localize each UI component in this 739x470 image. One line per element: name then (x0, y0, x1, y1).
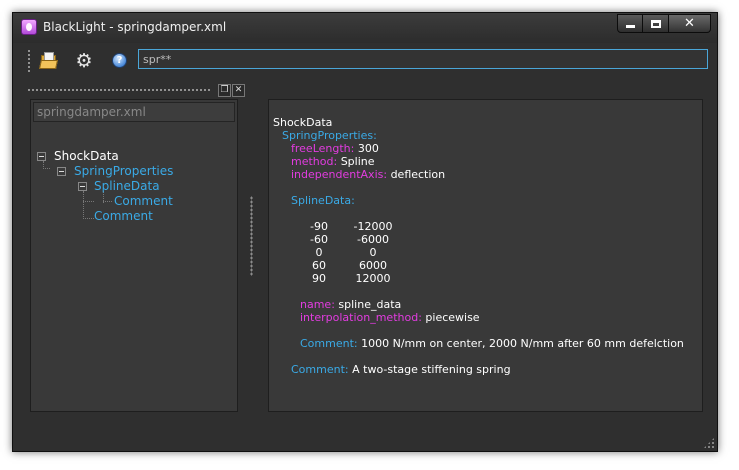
blacklight-app-icon (21, 19, 37, 35)
toolbar: ⚙ ? (13, 43, 717, 77)
settings-gear-icon[interactable]: ⚙ (75, 52, 93, 71)
tree-collapse-toggle[interactable] (57, 167, 66, 176)
panel-splitter[interactable] (250, 196, 253, 276)
spline-x-value: 90 (312, 272, 326, 285)
detail-section-springproperties: SpringProperties: (282, 129, 377, 142)
detail-section-splinedata: SplineData: (291, 194, 355, 207)
detail-panel: ShockData SpringProperties: freeLength: … (268, 99, 703, 412)
tree-item-comment[interactable]: Comment (94, 209, 153, 223)
app-window: BlackLight - springdamper.xml ✕ ⚙ ? ❐ ✕ … (12, 12, 718, 452)
dock-close-button[interactable]: ✕ (232, 84, 245, 97)
tree-line (83, 218, 94, 219)
tree-item-shockdata[interactable]: ShockData (54, 149, 119, 163)
dock-grip[interactable] (27, 88, 212, 92)
maximize-button[interactable] (643, 14, 669, 33)
window-controls: ✕ (617, 14, 711, 33)
tree-item-splinedata[interactable]: SplineData (94, 179, 160, 193)
tree-item-springproperties[interactable]: SpringProperties (74, 164, 173, 178)
spline-y-value: 6000 (359, 259, 387, 272)
detail-comment-spline: Comment: 1000 N/mm on center, 2000 N/mm … (300, 337, 684, 350)
detail-root: ShockData (273, 116, 333, 129)
detail-field-interpolation-method: interpolation_method: piecewise (300, 311, 480, 324)
spline-x-value: -60 (310, 233, 328, 246)
close-icon: ✕ (684, 16, 695, 31)
title-bar[interactable]: BlackLight - springdamper.xml ✕ (13, 13, 717, 43)
window-resize-grip[interactable] (703, 437, 715, 449)
window-title: BlackLight - springdamper.xml (43, 20, 227, 34)
tree-line (103, 201, 112, 202)
dock-float-button[interactable]: ❐ (218, 84, 231, 97)
tree-collapse-toggle[interactable] (78, 182, 87, 191)
detail-field-method: method: Spline (291, 155, 375, 168)
minimize-button[interactable] (617, 14, 643, 33)
spline-y-value: 0 (369, 246, 377, 259)
detail-field-freelength: freeLength: 300 (291, 142, 379, 155)
help-icon[interactable]: ? (111, 52, 129, 70)
detail-field-name: name: spline_data (300, 298, 402, 311)
close-button[interactable]: ✕ (669, 14, 711, 33)
spline-y-value: 12000 (355, 272, 391, 285)
tree-line (83, 191, 84, 219)
minimize-icon (625, 25, 635, 28)
tree-line (83, 201, 94, 202)
tree-line (43, 168, 50, 169)
toolbar-grip[interactable] (27, 49, 31, 73)
search-input[interactable] (138, 49, 708, 69)
close-icon: ✕ (234, 85, 243, 95)
spline-x-value: 0 (315, 246, 323, 259)
tree-collapse-toggle[interactable] (37, 152, 46, 161)
tree-header: springdamper.xml (33, 102, 235, 122)
spline-x-value: 60 (312, 259, 326, 272)
detail-comment-spring: Comment: A two-stage stiffening spring (291, 363, 511, 376)
tree-panel: springdamper.xml ShockData SpringPropert… (30, 99, 238, 412)
detail-field-independentaxis: independentAxis: deflection (291, 168, 446, 181)
tree-dock-titlebar[interactable]: ❐ ✕ (27, 84, 273, 98)
float-icon: ❐ (220, 85, 229, 95)
spline-x-value: -90 (310, 220, 328, 233)
maximize-icon (650, 19, 661, 28)
open-file-icon[interactable] (39, 52, 58, 70)
spline-y-value: -6000 (357, 233, 389, 246)
tree-item-comment[interactable]: Comment (114, 194, 173, 208)
spline-y-value: -12000 (353, 220, 393, 233)
